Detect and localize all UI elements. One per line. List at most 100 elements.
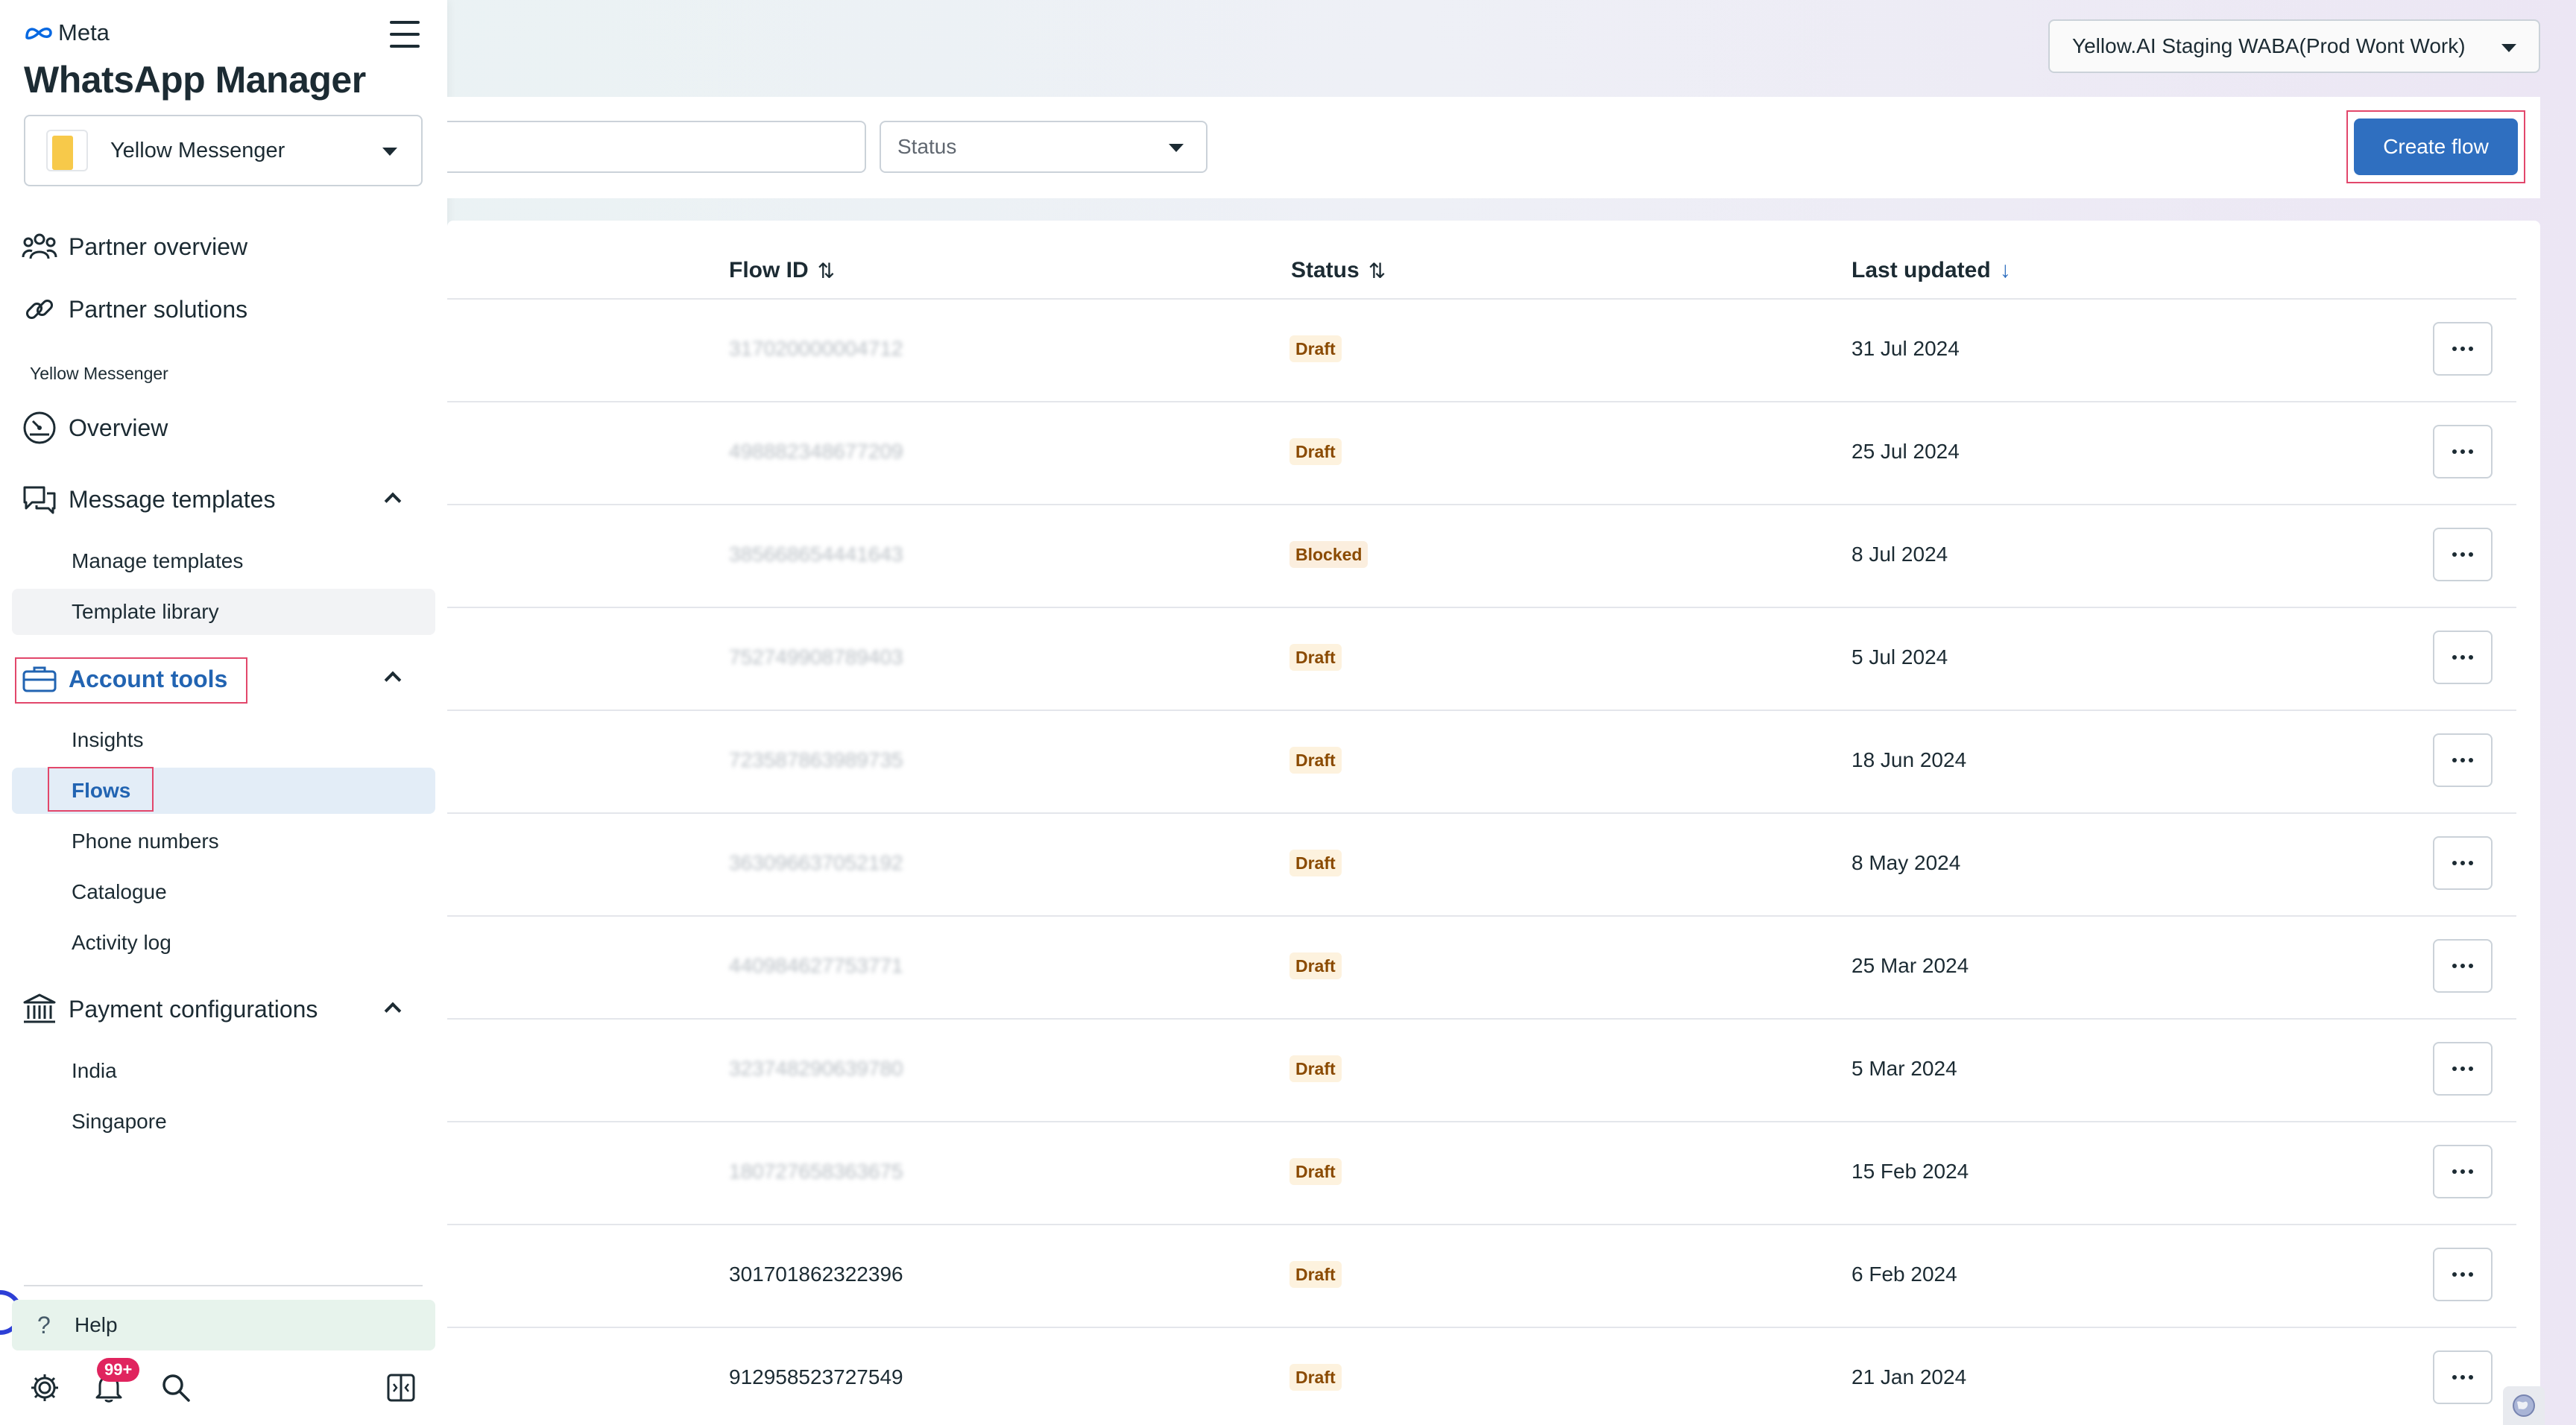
table-row[interactable]: 323748290639780 Draft 5 Mar 2024 <box>447 1020 2516 1122</box>
chevron-up-icon[interactable] <box>384 671 402 689</box>
nav-insights-label: Insights <box>72 728 144 751</box>
flow-id-header-label: Flow ID <box>729 258 809 282</box>
table-row[interactable]: 723587863989735 Draft 18 Jun 2024 <box>447 711 2516 814</box>
nav-overview[interactable]: Overview <box>21 409 168 446</box>
last-updated-cell: 21 Jan 2024 <box>1852 1365 1967 1388</box>
nav-manage-templates[interactable]: Manage templates <box>12 538 435 584</box>
link-icon <box>21 291 58 328</box>
flows-table: Flow ID ⇅ Status ⇅ Last updated ↓ 317020… <box>447 221 2540 1425</box>
more-options-button[interactable] <box>2433 425 2493 478</box>
more-options-button[interactable] <box>2433 322 2493 376</box>
flow-id-cell: 498882348677209 <box>729 440 903 463</box>
table-row[interactable]: 317020000004712 Draft 31 Jul 2024 <box>447 300 2516 402</box>
search-input[interactable] <box>447 121 866 173</box>
column-header-last-updated[interactable]: Last updated ↓ <box>1852 258 2011 283</box>
table-row[interactable]: 385668654441643 Blocked 8 Jul 2024 <box>447 505 2516 608</box>
last-updated-cell: 8 Jul 2024 <box>1852 543 1948 566</box>
notifications-badge: 99+ <box>97 1358 140 1382</box>
caret-down-icon <box>2501 44 2516 52</box>
more-options-button[interactable] <box>2433 939 2493 993</box>
globe-icon[interactable] <box>2503 1386 2545 1425</box>
table-row[interactable]: 752749908789403 Draft 5 Jul 2024 <box>447 608 2516 711</box>
flow-id-cell: 180727658363675 <box>729 1160 903 1183</box>
table-row[interactable]: 180727658363675 Draft 15 Feb 2024 <box>447 1122 2516 1225</box>
nav-phone-numbers[interactable]: Phone numbers <box>12 818 435 865</box>
flow-id-cell: 752749908789403 <box>729 645 903 669</box>
business-logo <box>46 130 88 171</box>
more-options-button[interactable] <box>2433 1042 2493 1096</box>
chevron-up-icon[interactable] <box>384 1002 402 1020</box>
waba-selector[interactable]: Yellow.AI Staging WABA(Prod Wont Work) <box>2048 19 2540 73</box>
nav-activity-log[interactable]: Activity log <box>12 920 435 966</box>
status-badge: Draft <box>1289 438 1342 465</box>
menu-icon[interactable] <box>390 21 420 48</box>
table-row[interactable]: 440984627753771 Draft 25 Mar 2024 <box>447 917 2516 1020</box>
more-options-button[interactable] <box>2433 528 2493 581</box>
nav-singapore[interactable]: Singapore <box>12 1099 435 1145</box>
business-selector[interactable]: Yellow Messenger <box>24 115 423 186</box>
flow-id-cell: 912958523727549 <box>729 1365 903 1388</box>
table-row[interactable]: 363096637052192 Draft 8 May 2024 <box>447 814 2516 917</box>
status-badge: Draft <box>1289 1158 1342 1185</box>
toolbar: Status Create flow <box>447 97 2540 198</box>
meta-logo[interactable]: Meta <box>24 19 110 46</box>
more-options-button[interactable] <box>2433 836 2493 890</box>
last-updated-header-label: Last updated <box>1852 258 1991 282</box>
sidebar-bottom-bar: 99+ <box>0 1358 447 1413</box>
status-badge: Draft <box>1289 1364 1342 1391</box>
nav-overview-label: Overview <box>69 414 168 441</box>
divider <box>24 1285 423 1286</box>
nav-catalogue-label: Catalogue <box>72 880 167 903</box>
status-badge: Draft <box>1289 747 1342 774</box>
nav-message-templates[interactable]: Message templates <box>21 481 275 518</box>
nav-partner-solutions-label: Partner solutions <box>69 295 248 323</box>
nav-partner-solutions[interactable]: Partner solutions <box>21 291 247 328</box>
section-label: Yellow Messenger <box>30 364 168 383</box>
last-updated-cell: 31 Jul 2024 <box>1852 337 1960 360</box>
briefcase-icon <box>21 660 58 698</box>
more-options-button[interactable] <box>2433 631 2493 684</box>
column-header-flow-id[interactable]: Flow ID ⇅ <box>729 258 835 283</box>
sort-icon: ⇅ <box>817 259 836 282</box>
flow-id-cell: 301701862322396 <box>729 1263 903 1286</box>
gear-icon[interactable] <box>27 1370 63 1406</box>
table-row[interactable]: 301701862322396 Draft 6 Feb 2024 <box>447 1225 2516 1328</box>
chevron-up-icon[interactable] <box>384 492 402 510</box>
status-header-label: Status <box>1291 258 1360 282</box>
nav-account-tools[interactable]: Account tools <box>21 660 227 698</box>
table-row[interactable]: 498882348677209 Draft 25 Jul 2024 <box>447 402 2516 505</box>
last-updated-cell: 25 Mar 2024 <box>1852 954 1969 977</box>
caret-down-icon <box>382 148 397 156</box>
flow-id-cell: 440984627753771 <box>729 954 903 977</box>
more-options-button[interactable] <box>2433 1145 2493 1198</box>
more-options-button[interactable] <box>2433 1350 2493 1404</box>
create-flow-highlight: Create flow <box>2346 110 2525 183</box>
table-row[interactable]: 912958523727549 Draft 21 Jan 2024 <box>447 1328 2516 1425</box>
flows-highlight <box>48 767 154 812</box>
column-header-status[interactable]: Status ⇅ <box>1291 258 1386 283</box>
panel-toggle-icon[interactable] <box>383 1370 419 1406</box>
status-badge: Blocked <box>1289 541 1368 568</box>
last-updated-cell: 25 Jul 2024 <box>1852 440 1960 463</box>
status-badge: Draft <box>1289 335 1342 362</box>
more-options-button[interactable] <box>2433 1248 2493 1301</box>
nav-india[interactable]: India <box>12 1048 435 1094</box>
nav-insights[interactable]: Insights <box>12 717 435 763</box>
nav-partner-overview[interactable]: Partner overview <box>21 228 247 265</box>
status-badge: Draft <box>1289 850 1342 876</box>
more-options-button[interactable] <box>2433 733 2493 787</box>
nav-payment-configurations[interactable]: Payment configurations <box>21 990 318 1028</box>
status-badge: Draft <box>1289 644 1342 671</box>
help-button[interactable]: ? Help <box>12 1300 435 1350</box>
meta-infinity-icon <box>25 28 52 40</box>
status-filter[interactable]: Status <box>880 121 1208 173</box>
status-badge: Draft <box>1289 1261 1342 1288</box>
chat-bubbles-icon <box>21 481 58 518</box>
create-flow-button[interactable]: Create flow <box>2354 119 2518 175</box>
nav-india-label: India <box>72 1059 117 1082</box>
nav-activity-log-label: Activity log <box>72 931 171 954</box>
search-icon[interactable] <box>158 1370 194 1406</box>
people-icon <box>21 228 58 265</box>
nav-template-library[interactable]: Template library <box>12 589 435 635</box>
nav-catalogue[interactable]: Catalogue <box>12 869 435 915</box>
